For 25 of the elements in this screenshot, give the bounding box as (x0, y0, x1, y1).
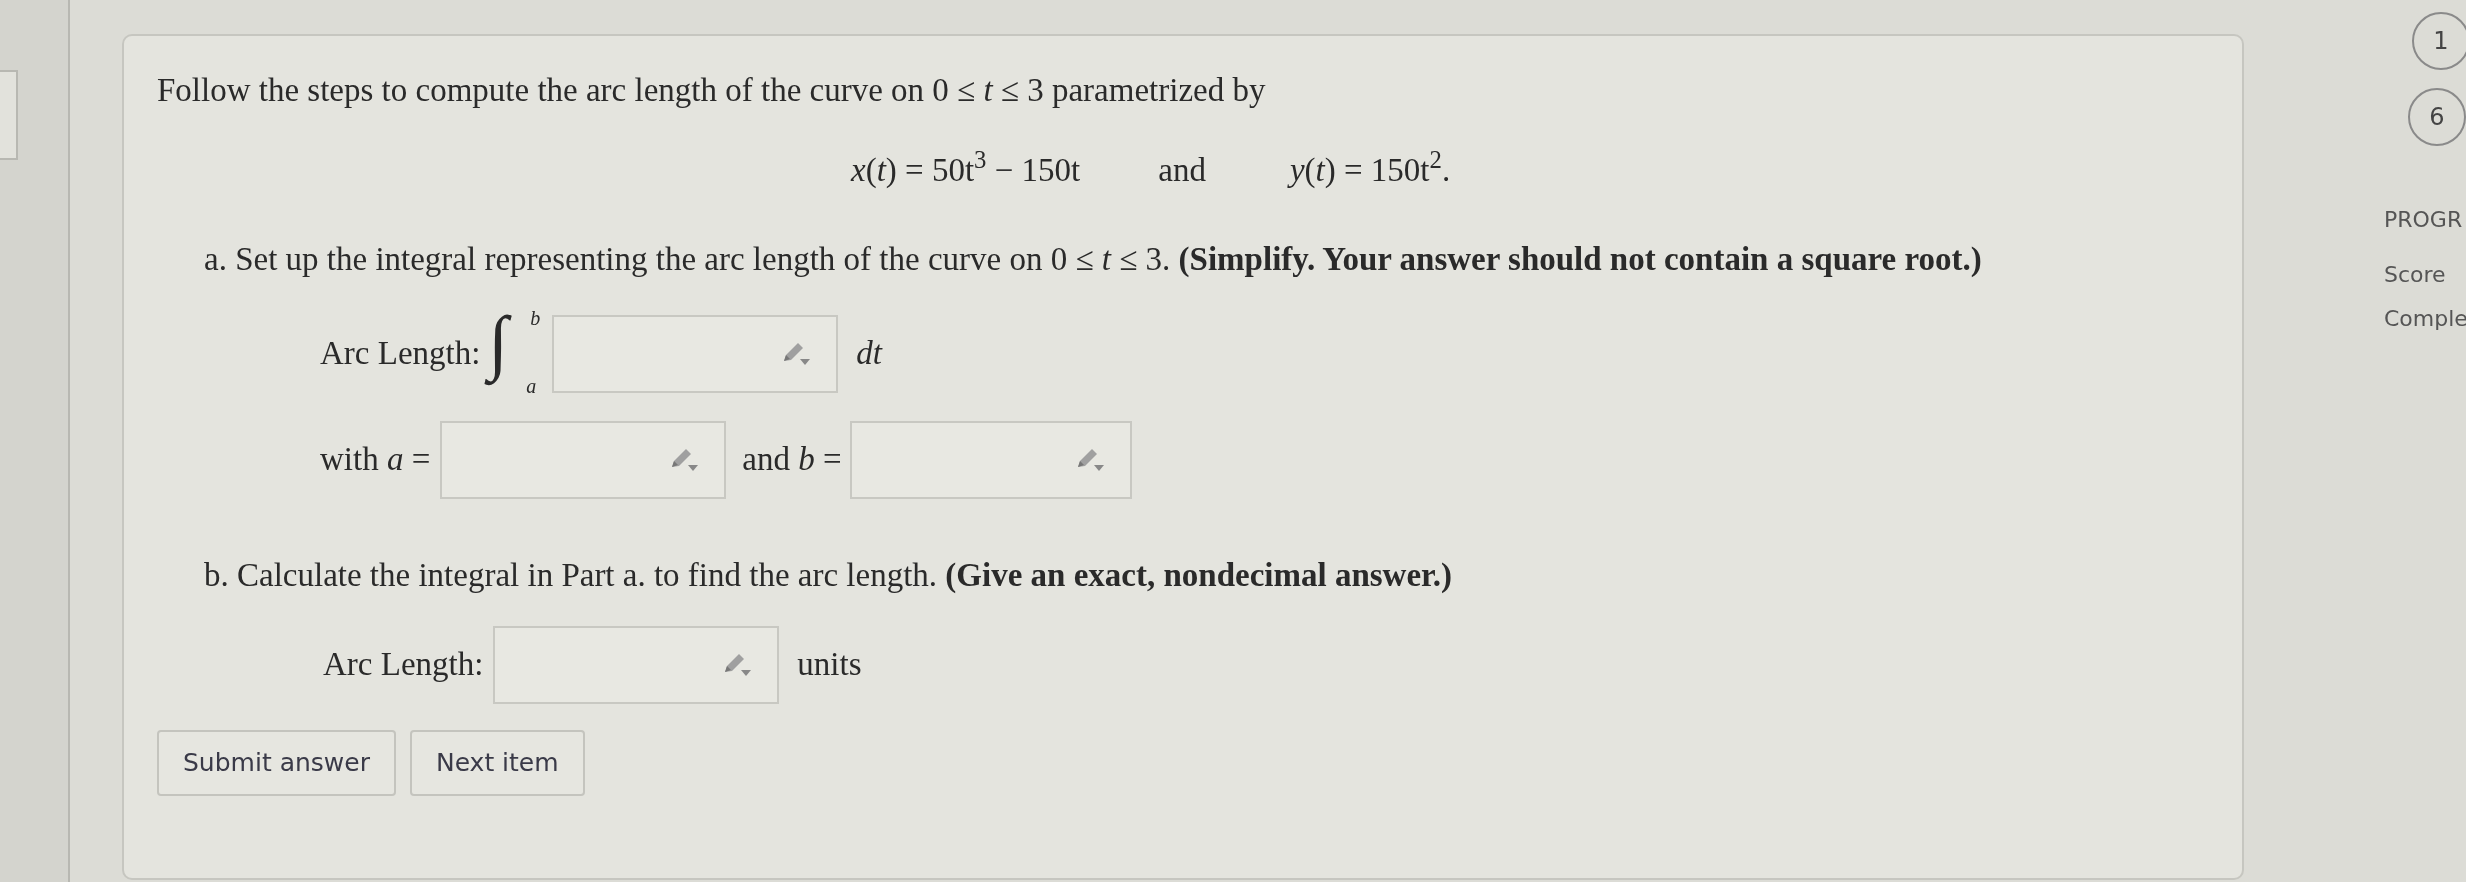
a-label: with a = (320, 439, 431, 479)
progress-heading: PROGR (2384, 206, 2463, 234)
answer-field[interactable] (849, 420, 1132, 499)
y-equation: y(t) = 150t$^{2}$. (1289, 145, 1451, 190)
differential: dt (856, 333, 883, 373)
question-number[interactable]: 6 (2408, 88, 2466, 146)
lower-limit: a (526, 373, 537, 399)
part-b-prompt: b. Calculate the integral in Part a. to find the arc length. (Give an exact, nondecimal answer.) (204, 555, 1453, 595)
answer-field[interactable] (552, 314, 839, 393)
equation-joiner: and (1158, 150, 1206, 190)
b-label: and b = (742, 439, 842, 479)
complete-label: Comple (2384, 305, 2466, 333)
score-label: Score (2384, 261, 2446, 289)
question-text: Follow the steps to compute the arc length of the curve on 0 ≤ t ≤ 3 parametrized by (157, 71, 1267, 110)
answer-field[interactable] (493, 626, 780, 704)
arc-length-label: Arc Length: (323, 645, 484, 685)
unit-label: units (797, 645, 862, 685)
arc-length-label: Arc Length: (320, 333, 481, 373)
x-equation: x(t) = 50t$^{3}$ − 150t (851, 145, 1081, 190)
action-button[interactable]: Next item (409, 730, 585, 796)
question-number[interactable]: 1 (2412, 12, 2466, 70)
action-button[interactable]: Submit answer (157, 730, 396, 796)
answer-field[interactable] (440, 420, 727, 499)
upper-limit: b (530, 305, 541, 331)
part-a-prompt: a. Set up the integral representing the arc length of the curve on 0 ≤ t ≤ 3. (Simplify. Your answer should not contain a square root.) (204, 240, 1983, 279)
